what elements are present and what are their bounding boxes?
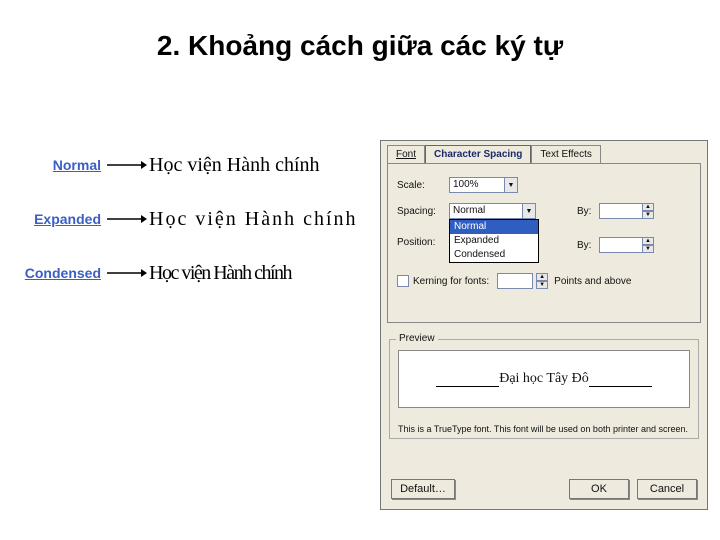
preview-box: Đại học Tây Đô xyxy=(398,350,690,408)
kerning-field: Kerning for fonts: ▲▼ Points and above xyxy=(397,273,631,289)
option-normal[interactable]: Normal xyxy=(450,220,538,234)
example-condensed-row: Condensed Học viện Hành chính xyxy=(15,258,375,288)
spinner-icon[interactable]: ▲▼ xyxy=(642,203,654,219)
spacing-combo[interactable]: Normal xyxy=(449,203,523,219)
spacing-field: Spacing: Normal ▼ xyxy=(397,203,536,219)
example-label-expanded: Expanded xyxy=(15,211,105,227)
option-expanded[interactable]: Expanded xyxy=(450,234,538,248)
sample-text-condensed: Học viện Hành chính xyxy=(149,262,291,285)
examples-column: Normal Học viện Hành chính Expanded Học … xyxy=(15,150,375,312)
scale-input[interactable]: 100% xyxy=(449,177,505,193)
spacing-dropdown-list[interactable]: Normal Expanded Condensed xyxy=(449,219,539,263)
tab-character-spacing[interactable]: Character Spacing xyxy=(425,145,531,163)
chevron-down-icon[interactable]: ▼ xyxy=(522,203,536,219)
example-label-normal: Normal xyxy=(15,157,105,173)
kerning-checkbox[interactable] xyxy=(397,275,409,287)
scale-label: Scale: xyxy=(397,180,449,191)
button-bar-right: OK Cancel xyxy=(569,479,697,499)
position-by-field: By: ▲▼ xyxy=(577,237,654,253)
font-dialog: Font Character Spacing Text Effects Scal… xyxy=(380,140,708,510)
position-field: Position: xyxy=(397,237,449,248)
preview-group: Preview Đại học Tây Đô This is a TrueTyp… xyxy=(389,339,699,439)
tab-text-effects[interactable]: Text Effects xyxy=(531,145,601,163)
button-bar-left: Default… xyxy=(391,479,455,499)
preview-note: This is a TrueType font. This font will … xyxy=(398,424,688,434)
option-condensed[interactable]: Condensed xyxy=(450,248,538,262)
sample-text-expanded: Học viện Hành chính xyxy=(149,208,358,231)
default-button[interactable]: Default… xyxy=(391,479,455,499)
preview-legend: Preview xyxy=(396,333,438,344)
spacing-by-field: By: ▲▼ xyxy=(577,203,654,219)
position-by-label: By: xyxy=(577,240,599,251)
arrow-icon xyxy=(105,214,149,224)
chevron-down-icon[interactable]: ▼ xyxy=(504,177,518,193)
example-label-condensed: Condensed xyxy=(15,265,105,281)
arrow-icon xyxy=(105,160,149,170)
ok-button[interactable]: OK xyxy=(569,479,629,499)
spacing-by-label: By: xyxy=(577,206,599,217)
spacing-label: Spacing: xyxy=(397,206,449,217)
preview-text: Đại học Tây Đô xyxy=(436,371,653,387)
spinner-icon[interactable]: ▲▼ xyxy=(536,273,548,289)
example-normal-row: Normal Học viện Hành chính xyxy=(15,150,375,180)
position-by-input[interactable] xyxy=(599,237,643,253)
kerning-after-label: Points and above xyxy=(554,276,631,287)
slide-title: 2. Khoảng cách giữa các ký tự xyxy=(0,30,720,62)
tab-font[interactable]: Font xyxy=(387,145,425,163)
kerning-label: Kerning for fonts: xyxy=(413,276,489,287)
tab-strip: Font Character Spacing Text Effects xyxy=(387,145,601,163)
example-expanded-row: Expanded Học viện Hành chính xyxy=(15,204,375,234)
spacing-by-input[interactable] xyxy=(599,203,643,219)
kerning-input[interactable] xyxy=(497,273,533,289)
arrow-icon xyxy=(105,268,149,278)
position-label: Position: xyxy=(397,237,449,248)
cancel-button[interactable]: Cancel xyxy=(637,479,697,499)
spinner-icon[interactable]: ▲▼ xyxy=(642,237,654,253)
scale-field: Scale: 100% ▼ xyxy=(397,177,518,193)
sample-text-normal: Học viện Hành chính xyxy=(149,154,320,177)
